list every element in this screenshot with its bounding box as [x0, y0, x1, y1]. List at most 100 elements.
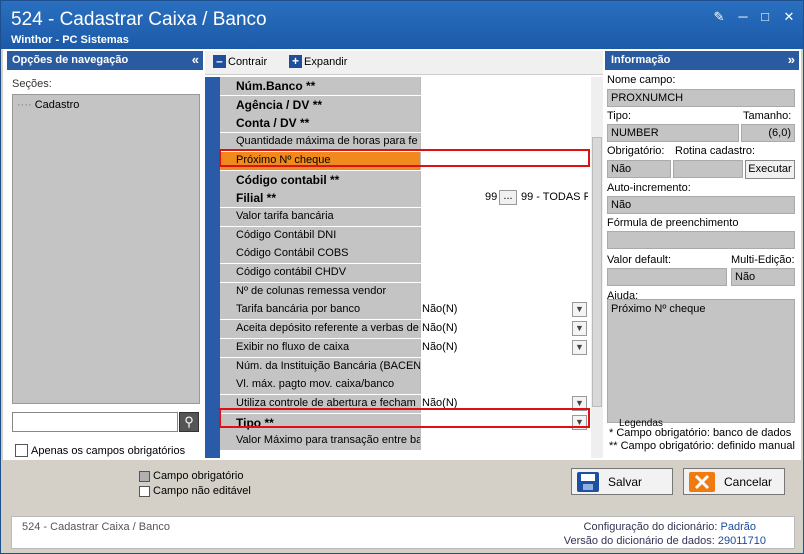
- field-row[interactable]: Código Contábil COBS: [220, 245, 588, 264]
- field-label: Código contabil **: [220, 170, 420, 189]
- main-area: Opções de navegação « Seções: Cadastro ⚲…: [3, 49, 801, 460]
- legend-line-2: ** Campo obrigatório: definido manual: [609, 440, 795, 452]
- required-label: Obrigatório:: [607, 145, 665, 157]
- field-value[interactable]: [420, 95, 588, 114]
- highlight-box-tipo: [219, 408, 590, 428]
- field-row[interactable]: Aceita depósito referente a verbas de Não…: [220, 320, 588, 339]
- dict-version-label: Versão do dicionário de dados:: [563, 535, 715, 547]
- tree-item-cadastro[interactable]: Cadastro: [17, 99, 80, 111]
- dropdown-arrow-icon[interactable]: ▼: [572, 302, 587, 318]
- status-dict-version: Versão do dicionário de dados: 29011710: [564, 535, 766, 547]
- field-value[interactable]: [420, 432, 588, 451]
- window-subtitle: Winthor - PC Sistemas: [11, 34, 129, 46]
- cancel-label: Cancelar: [724, 474, 773, 489]
- field-row[interactable]: Conta / DV **: [220, 114, 588, 133]
- field-value[interactable]: [420, 245, 588, 264]
- navigation-header: Opções de navegação «: [7, 51, 203, 70]
- field-label: Núm.Banco **: [220, 77, 420, 95]
- field-name-value: PROXNUMCH: [607, 89, 795, 107]
- field-row[interactable]: Nº de colunas remessa vendor: [220, 282, 588, 301]
- field-label: Agência / DV **: [220, 95, 420, 114]
- field-row[interactable]: Valor tarifa bancária: [220, 207, 588, 226]
- field-value[interactable]: [420, 77, 588, 95]
- minimize-icon[interactable]: ─: [735, 9, 751, 25]
- field-value[interactable]: [420, 264, 588, 282]
- dropdown-arrow-icon[interactable]: ▼: [572, 321, 587, 337]
- field-label: Aceita depósito referente a verbas de: [220, 320, 420, 339]
- field-row[interactable]: Núm.Banco **: [220, 77, 588, 95]
- field-row[interactable]: Código Contábil DNI: [220, 226, 588, 245]
- sections-tree[interactable]: Cadastro: [12, 94, 200, 404]
- checkbox-box[interactable]: [15, 444, 28, 457]
- field-value[interactable]: 99... 99 - TODAS F: [420, 189, 588, 208]
- field-value[interactable]: [420, 282, 588, 301]
- expand-button[interactable]: + Expandir: [289, 55, 347, 68]
- autoinc-value: Não: [607, 196, 795, 214]
- field-label: Núm. da Instituição Bancária (BACEN: [220, 357, 420, 376]
- collapse-label: Contrair: [228, 55, 268, 68]
- field-value[interactable]: Não(N) ▼: [420, 301, 588, 320]
- field-value[interactable]: Não(N) ▼: [420, 320, 588, 339]
- expand-label: Expandir: [304, 55, 348, 68]
- expand-panel-icon[interactable]: »: [788, 52, 795, 67]
- default-value: [607, 268, 727, 286]
- dict-config-label: Configuração do dicionário:: [583, 521, 718, 533]
- field-label: Código Contábil COBS: [220, 245, 420, 264]
- field-label: Código contábil CHDV: [220, 264, 420, 282]
- field-label: Tarifa bancária por banco: [220, 301, 420, 320]
- window-title: 524 - Cadastrar Caixa / Banco: [11, 9, 267, 30]
- field-value[interactable]: [420, 376, 588, 395]
- dict-config-value: Padrão: [720, 521, 756, 533]
- filial-lookup-button[interactable]: ...: [499, 190, 517, 206]
- filial-description: 99 - TODAS F: [521, 191, 588, 204]
- multi-edit-label: Multi-Edição:: [731, 254, 795, 266]
- field-value[interactable]: [420, 226, 588, 245]
- formula-label: Fórmula de preenchimento: [607, 217, 739, 229]
- field-name-label: Nome campo:: [607, 74, 676, 86]
- field-label: Vl. máx. pagto mov. caixa/banco: [220, 376, 420, 395]
- field-label: Exibir no fluxo de caixa: [220, 338, 420, 357]
- field-value[interactable]: [420, 170, 588, 189]
- search-icon: ⚲: [184, 414, 194, 429]
- field-row[interactable]: Exibir no fluxo de caixa Não(N) ▼: [220, 338, 588, 357]
- dropdown-arrow-icon[interactable]: ▼: [572, 339, 587, 355]
- search-input[interactable]: [12, 412, 178, 432]
- field-row[interactable]: Vl. máx. pagto mov. caixa/banco: [220, 376, 588, 395]
- legend-box: Legendas * Campo obrigatório: banco de d…: [607, 418, 797, 457]
- field-value-text: Não(N): [422, 303, 458, 316]
- field-row[interactable]: Código contábil CHDV: [220, 264, 588, 282]
- field-row[interactable]: Agência / DV **: [220, 95, 588, 114]
- info-header: Informação »: [605, 51, 799, 70]
- field-row[interactable]: Código contabil **: [220, 170, 588, 189]
- field-row[interactable]: Núm. da Instituição Bancária (BACEN: [220, 357, 588, 376]
- execute-button[interactable]: Executar: [745, 160, 795, 179]
- autoinc-label: Auto-incremento:: [607, 182, 691, 194]
- legend-line-1: * Campo obrigatório: banco de dados: [609, 427, 792, 439]
- only-required-checkbox[interactable]: Apenas os campos obrigatórios: [15, 444, 185, 457]
- close-icon[interactable]: ✕: [781, 9, 797, 25]
- edit-window-icon[interactable]: ✎: [711, 9, 727, 25]
- maximize-icon[interactable]: □: [757, 9, 773, 25]
- fields-toolbar: – Contrair + Expandir: [205, 51, 603, 75]
- search-button[interactable]: ⚲: [179, 412, 199, 432]
- fields-panel: – Contrair + Expandir Núm.Banco ** Agênci…: [205, 51, 603, 458]
- field-value[interactable]: [420, 357, 588, 376]
- cancel-button[interactable]: Cancelar: [683, 468, 785, 495]
- sections-label: Seções:: [12, 78, 52, 90]
- field-value-text: 99: [485, 191, 498, 204]
- collapse-button[interactable]: – Contrair: [213, 55, 267, 68]
- field-label: Nº de colunas remessa vendor: [220, 282, 420, 301]
- vertical-scrollbar[interactable]: [591, 77, 603, 458]
- scrollbar-thumb[interactable]: [592, 137, 602, 407]
- field-value[interactable]: Não(N) ▼: [420, 338, 588, 357]
- cancel-icon: [689, 471, 715, 492]
- save-button[interactable]: Salvar: [571, 468, 673, 495]
- collapse-panel-icon[interactable]: «: [192, 52, 199, 67]
- field-value[interactable]: [420, 114, 588, 133]
- required-swatch: [139, 470, 150, 482]
- navigation-panel: Opções de navegação « Seções: Cadastro ⚲…: [7, 51, 203, 458]
- field-row[interactable]: Filial ** 99... 99 - TODAS F: [220, 189, 588, 208]
- field-row[interactable]: Tarifa bancária por banco Não(N) ▼: [220, 301, 588, 320]
- field-value[interactable]: [420, 207, 588, 226]
- field-row[interactable]: Valor Máximo para transação entre ba: [220, 432, 588, 451]
